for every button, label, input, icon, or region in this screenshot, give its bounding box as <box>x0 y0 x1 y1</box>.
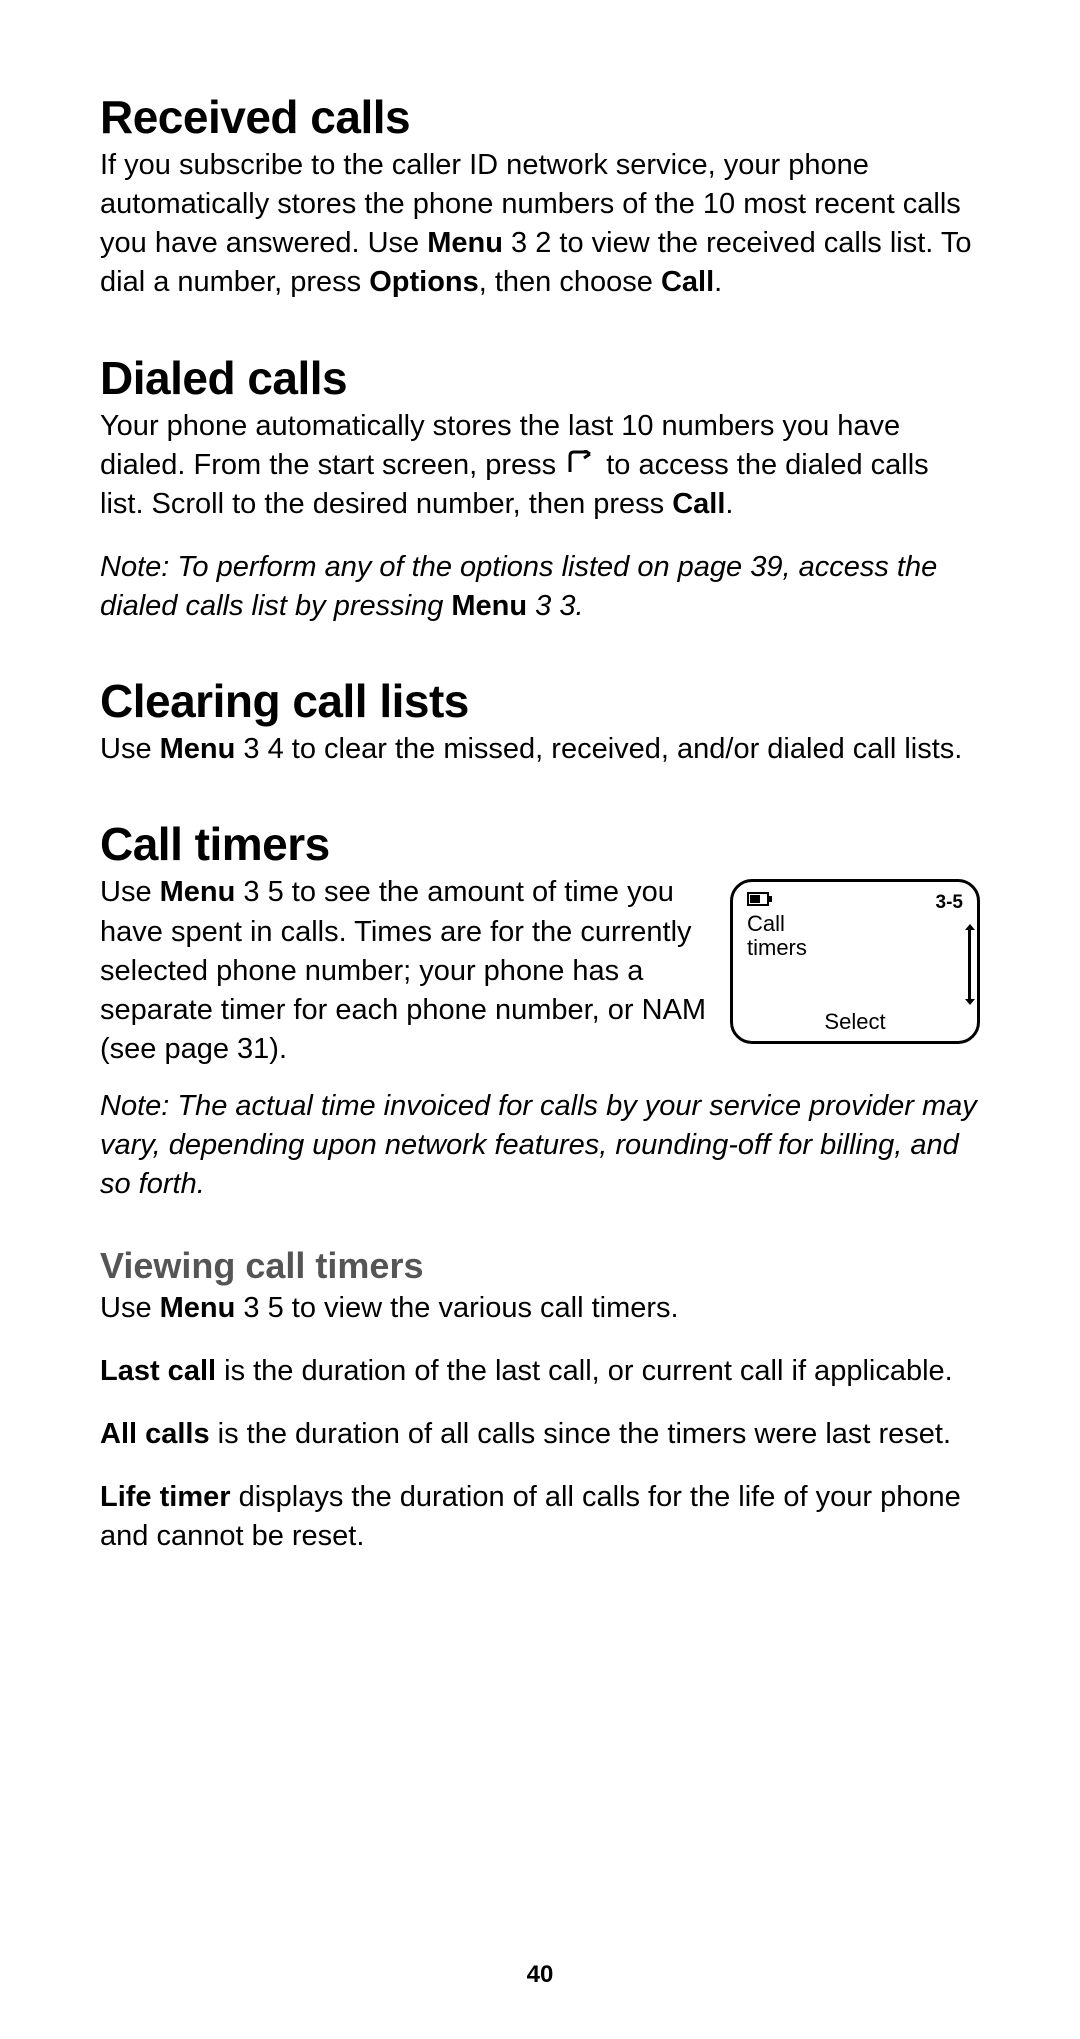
page-number: 40 <box>0 1961 1080 1989</box>
scroll-indicator-icon <box>968 930 971 999</box>
para-clearing: Use Menu 3 4 to clear the missed, receiv… <box>100 730 980 769</box>
text: , then choose <box>479 266 661 298</box>
heading-call-timers: Call timers <box>100 817 980 871</box>
text: is the duration of the last call, or cur… <box>216 1355 953 1387</box>
para-dialed: Your phone automatically stores the last… <box>100 407 980 524</box>
menu-label: Menu <box>160 1292 236 1324</box>
text: Use <box>100 876 160 908</box>
text: . <box>714 266 722 298</box>
text: 3 3. <box>527 590 583 622</box>
text: is the duration of all calls since the t… <box>210 1418 951 1450</box>
menu-label: Menu <box>427 227 503 259</box>
text: . <box>725 488 733 520</box>
heading-viewing-call-timers: Viewing call timers <box>100 1245 980 1287</box>
text: Use <box>100 733 160 765</box>
para-all-calls: All calls is the duration of all calls s… <box>100 1415 980 1454</box>
heading-dialed-calls: Dialed calls <box>100 351 980 405</box>
call-label: Call <box>672 488 725 520</box>
menu-label: Menu <box>160 733 236 765</box>
row-call-timers: Use Menu 3 5 to see the amount of time y… <box>100 873 980 1069</box>
note-dialed: Note: To perform any of the options list… <box>100 548 980 626</box>
battery-icon <box>747 892 769 906</box>
heading-received-calls: Received calls <box>100 90 980 144</box>
send-key-icon <box>564 450 598 478</box>
section-call-timers: Call timers Use Menu 3 5 to see the amou… <box>100 817 980 1204</box>
menu-label: Menu <box>451 590 527 622</box>
text: 3 4 to clear the missed, received, and/o… <box>235 733 962 765</box>
heading-clearing-call-lists: Clearing call lists <box>100 674 980 728</box>
para-life-timer: Life timer displays the duration of all … <box>100 1478 980 1556</box>
options-label: Options <box>369 266 479 298</box>
manual-page: Received calls If you subscribe to the c… <box>0 0 1080 2039</box>
section-clearing-call-lists: Clearing call lists Use Menu 3 4 to clea… <box>100 674 980 769</box>
para-last-call: Last call is the duration of the last ca… <box>100 1352 980 1391</box>
para-call-timers: Use Menu 3 5 to see the amount of time y… <box>100 873 712 1069</box>
section-viewing-call-timers: Viewing call timers Use Menu 3 5 to view… <box>100 1245 980 1557</box>
select-label: Select <box>733 1009 977 1035</box>
all-calls-label: All calls <box>100 1418 210 1450</box>
para-viewing-intro: Use Menu 3 5 to view the various call ti… <box>100 1289 980 1328</box>
phone-screen-title: Call timers <box>747 912 963 958</box>
note-call-timers: Note: The actual time invoiced for calls… <box>100 1087 980 1204</box>
phone-screen-illustration: 3-5 Call timers Select <box>730 879 980 1044</box>
text: Use <box>100 1292 160 1324</box>
text: 3 5 to view the various call timers. <box>235 1292 678 1324</box>
menu-number: 3-5 <box>936 892 963 914</box>
section-received-calls: Received calls If you subscribe to the c… <box>100 90 980 303</box>
last-call-label: Last call <box>100 1355 216 1387</box>
section-dialed-calls: Dialed calls Your phone automatically st… <box>100 351 980 627</box>
call-label: Call <box>661 266 714 298</box>
menu-label: Menu <box>160 876 236 908</box>
para-received: If you subscribe to the caller ID networ… <box>100 146 980 303</box>
life-timer-label: Life timer <box>100 1481 231 1513</box>
